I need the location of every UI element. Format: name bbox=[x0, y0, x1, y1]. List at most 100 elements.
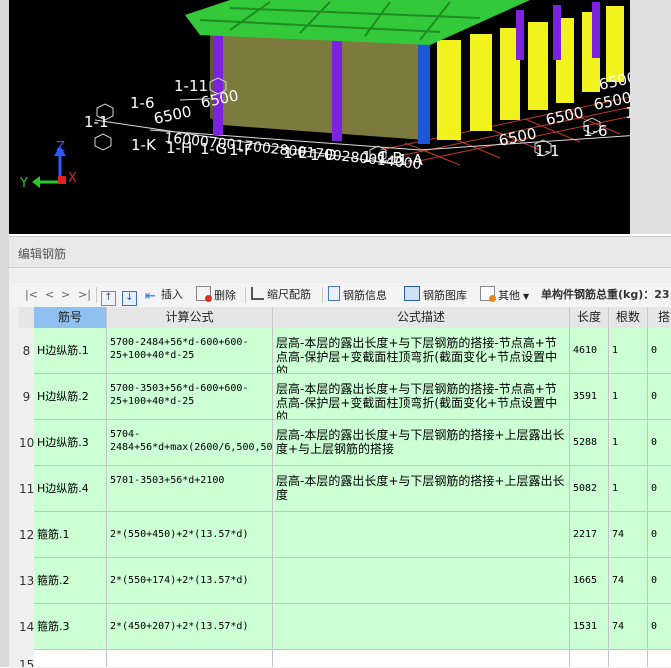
count-cell[interactable] bbox=[609, 650, 648, 667]
lap-cell[interactable]: 0 bbox=[648, 558, 671, 604]
length-cell[interactable]: 2217 bbox=[570, 512, 609, 558]
next-record-button[interactable]: > bbox=[61, 286, 70, 304]
length-cell[interactable]: 1531 bbox=[570, 604, 609, 650]
description-cell[interactable]: 层高-本层的露出长度+与下层钢筋的搭接+上层露出长度+与上层钢筋的搭接 bbox=[273, 420, 570, 466]
bar-number-cell[interactable]: 箍筋.1 bbox=[34, 512, 107, 558]
lap-cell[interactable]: 0 bbox=[648, 374, 671, 420]
gear-document-icon bbox=[480, 286, 496, 302]
bar-number-cell[interactable]: 箍筋.3 bbox=[34, 604, 107, 650]
length-cell[interactable]: 1665 bbox=[570, 558, 609, 604]
axis-label: 1-1 bbox=[535, 142, 560, 160]
lap-cell[interactable] bbox=[648, 650, 671, 667]
3d-viewport[interactable]: 1-11 1-6 6500 1-1 6500 1-K 1-H 1-G 1-F 1… bbox=[0, 0, 671, 234]
count-cell[interactable]: 1 bbox=[609, 420, 648, 466]
svg-text:Z: Z bbox=[56, 140, 65, 155]
axis-label: 6500 bbox=[152, 102, 193, 128]
formula-cell[interactable]: 2*(450+207)+2*(13.57*d) bbox=[107, 604, 273, 650]
count-cell[interactable]: 1 bbox=[609, 328, 648, 374]
insert-button[interactable]: ⇤ 插入 bbox=[145, 286, 183, 304]
image-library-icon bbox=[404, 286, 420, 301]
lap-cell[interactable]: 0 bbox=[648, 512, 671, 558]
move-up-icon: ↑ bbox=[101, 291, 116, 306]
formula-cell[interactable]: 5700-3503+56*d-600+600-25+100+40*d-25 bbox=[107, 374, 273, 420]
axis-label: 1-6 bbox=[583, 122, 608, 140]
axis-triad-icon: Z Y X bbox=[19, 140, 77, 191]
row-number[interactable]: 11 bbox=[19, 466, 35, 513]
count-cell[interactable]: 1 bbox=[609, 374, 648, 420]
description-cell[interactable] bbox=[273, 650, 570, 667]
document-icon bbox=[328, 286, 340, 301]
last-record-button[interactable]: >| bbox=[78, 286, 91, 304]
formula-cell[interactable]: 2*(550+450)+2*(13.57*d) bbox=[107, 512, 273, 558]
formula-cell[interactable] bbox=[107, 650, 273, 667]
description-cell[interactable] bbox=[273, 558, 570, 604]
description-cell[interactable]: 层高-本层的露出长度+与下层钢筋的搭接-节点高+节点高-保护层+变截面柱顶弯折(… bbox=[273, 374, 570, 420]
svg-text:Y: Y bbox=[19, 176, 28, 191]
description-cell[interactable]: 层高-本层的露出长度+与下层钢筋的搭接+上层露出长度 bbox=[273, 466, 570, 512]
move-down-button[interactable]: ↓ bbox=[122, 286, 140, 306]
ruler-icon bbox=[251, 287, 264, 300]
panel-title: 编辑钢筋 bbox=[18, 247, 67, 261]
lap-cell[interactable]: 0 bbox=[648, 604, 671, 650]
formula-cell[interactable]: 5704-2484+56*d+max(2600/6,500,500)+56*14 bbox=[107, 420, 273, 466]
length-cell[interactable] bbox=[570, 650, 609, 667]
row-number[interactable]: 14 bbox=[19, 604, 35, 651]
description-cell[interactable] bbox=[273, 604, 570, 650]
axis-label: 6500 bbox=[497, 124, 538, 150]
formula-cell[interactable]: 5701-3503+56*d+2100 bbox=[107, 466, 273, 512]
lap-cell[interactable]: 0 bbox=[648, 420, 671, 466]
bar-number-cell[interactable]: H边纵筋.4 bbox=[34, 466, 107, 512]
bar-number-cell[interactable]: H边纵筋.2 bbox=[34, 374, 107, 420]
first-record-button[interactable]: |< bbox=[25, 286, 38, 304]
chevron-down-icon: ▼ bbox=[523, 292, 530, 301]
column-header-bar-number[interactable]: 筋号 bbox=[34, 307, 107, 329]
total-weight-label: 单构件钢筋总重(kg)：23 bbox=[541, 288, 670, 301]
other-menu-button[interactable]: 其他 ▼ bbox=[480, 286, 529, 304]
axis-label: 6500 bbox=[544, 103, 585, 129]
axis-label: 1-6 bbox=[130, 94, 155, 112]
description-cell[interactable]: 层高-本层的露出长度+与下层钢筋的搭接-节点高+节点高-保护层+变截面柱顶弯折(… bbox=[273, 328, 570, 374]
length-cell[interactable]: 5288 bbox=[570, 420, 609, 466]
bar-number-cell[interactable] bbox=[34, 650, 107, 667]
count-cell[interactable]: 74 bbox=[609, 558, 648, 604]
model-drawing: 1-11 1-6 6500 1-1 6500 1-K 1-H 1-G 1-F 1… bbox=[19, 0, 661, 191]
row-number[interactable]: 10 bbox=[19, 420, 35, 467]
viewport-scroll-edge bbox=[630, 0, 671, 234]
delete-icon bbox=[196, 286, 212, 302]
formula-cell[interactable]: 5700-2484+56*d-600+600-25+100+40*d-25 bbox=[107, 328, 273, 374]
description-cell[interactable] bbox=[273, 512, 570, 558]
move-down-icon: ↓ bbox=[122, 291, 137, 306]
svg-text:X: X bbox=[68, 171, 77, 186]
rebar-library-button[interactable]: 钢筋图库 bbox=[404, 286, 467, 304]
panel-title-bar: 编辑钢筋 bbox=[9, 237, 671, 268]
bar-number-cell[interactable]: H边纵筋.3 bbox=[34, 420, 107, 466]
column-header-count[interactable]: 根数 bbox=[609, 307, 648, 329]
move-up-button[interactable]: ↑ bbox=[101, 286, 119, 306]
formula-cell[interactable]: 2*(550+174)+2*(13.57*d) bbox=[107, 558, 273, 604]
count-cell[interactable]: 74 bbox=[609, 604, 648, 650]
bar-number-cell[interactable]: 箍筋.2 bbox=[34, 558, 107, 604]
column-header-description[interactable]: 公式描述 bbox=[273, 307, 570, 329]
length-cell[interactable]: 4610 bbox=[570, 328, 609, 374]
header-corner bbox=[19, 307, 35, 329]
prev-record-button[interactable]: < bbox=[45, 286, 54, 304]
row-number[interactable]: 8 bbox=[19, 328, 35, 375]
scale-rebar-button[interactable]: 缩尺配筋 bbox=[251, 286, 311, 304]
length-cell[interactable]: 3591 bbox=[570, 374, 609, 420]
delete-button[interactable]: 删除 bbox=[196, 286, 236, 304]
axis-label: 1-1 bbox=[84, 113, 109, 131]
row-number[interactable]: 15 bbox=[19, 650, 35, 667]
rebar-info-button[interactable]: 钢筋信息 bbox=[328, 286, 387, 304]
row-number[interactable]: 13 bbox=[19, 558, 35, 605]
column-header-length[interactable]: 长度 bbox=[570, 307, 609, 329]
lap-cell[interactable]: 0 bbox=[648, 328, 671, 374]
column-header-lap[interactable]: 搭 bbox=[648, 307, 671, 329]
count-cell[interactable]: 1 bbox=[609, 466, 648, 512]
row-number[interactable]: 9 bbox=[19, 374, 35, 421]
row-number[interactable]: 12 bbox=[19, 512, 35, 559]
length-cell[interactable]: 5082 bbox=[570, 466, 609, 512]
bar-number-cell[interactable]: H边纵筋.1 bbox=[34, 328, 107, 374]
lap-cell[interactable]: 0 bbox=[648, 466, 671, 512]
count-cell[interactable]: 74 bbox=[609, 512, 648, 558]
column-header-formula[interactable]: 计算公式 bbox=[107, 307, 273, 329]
